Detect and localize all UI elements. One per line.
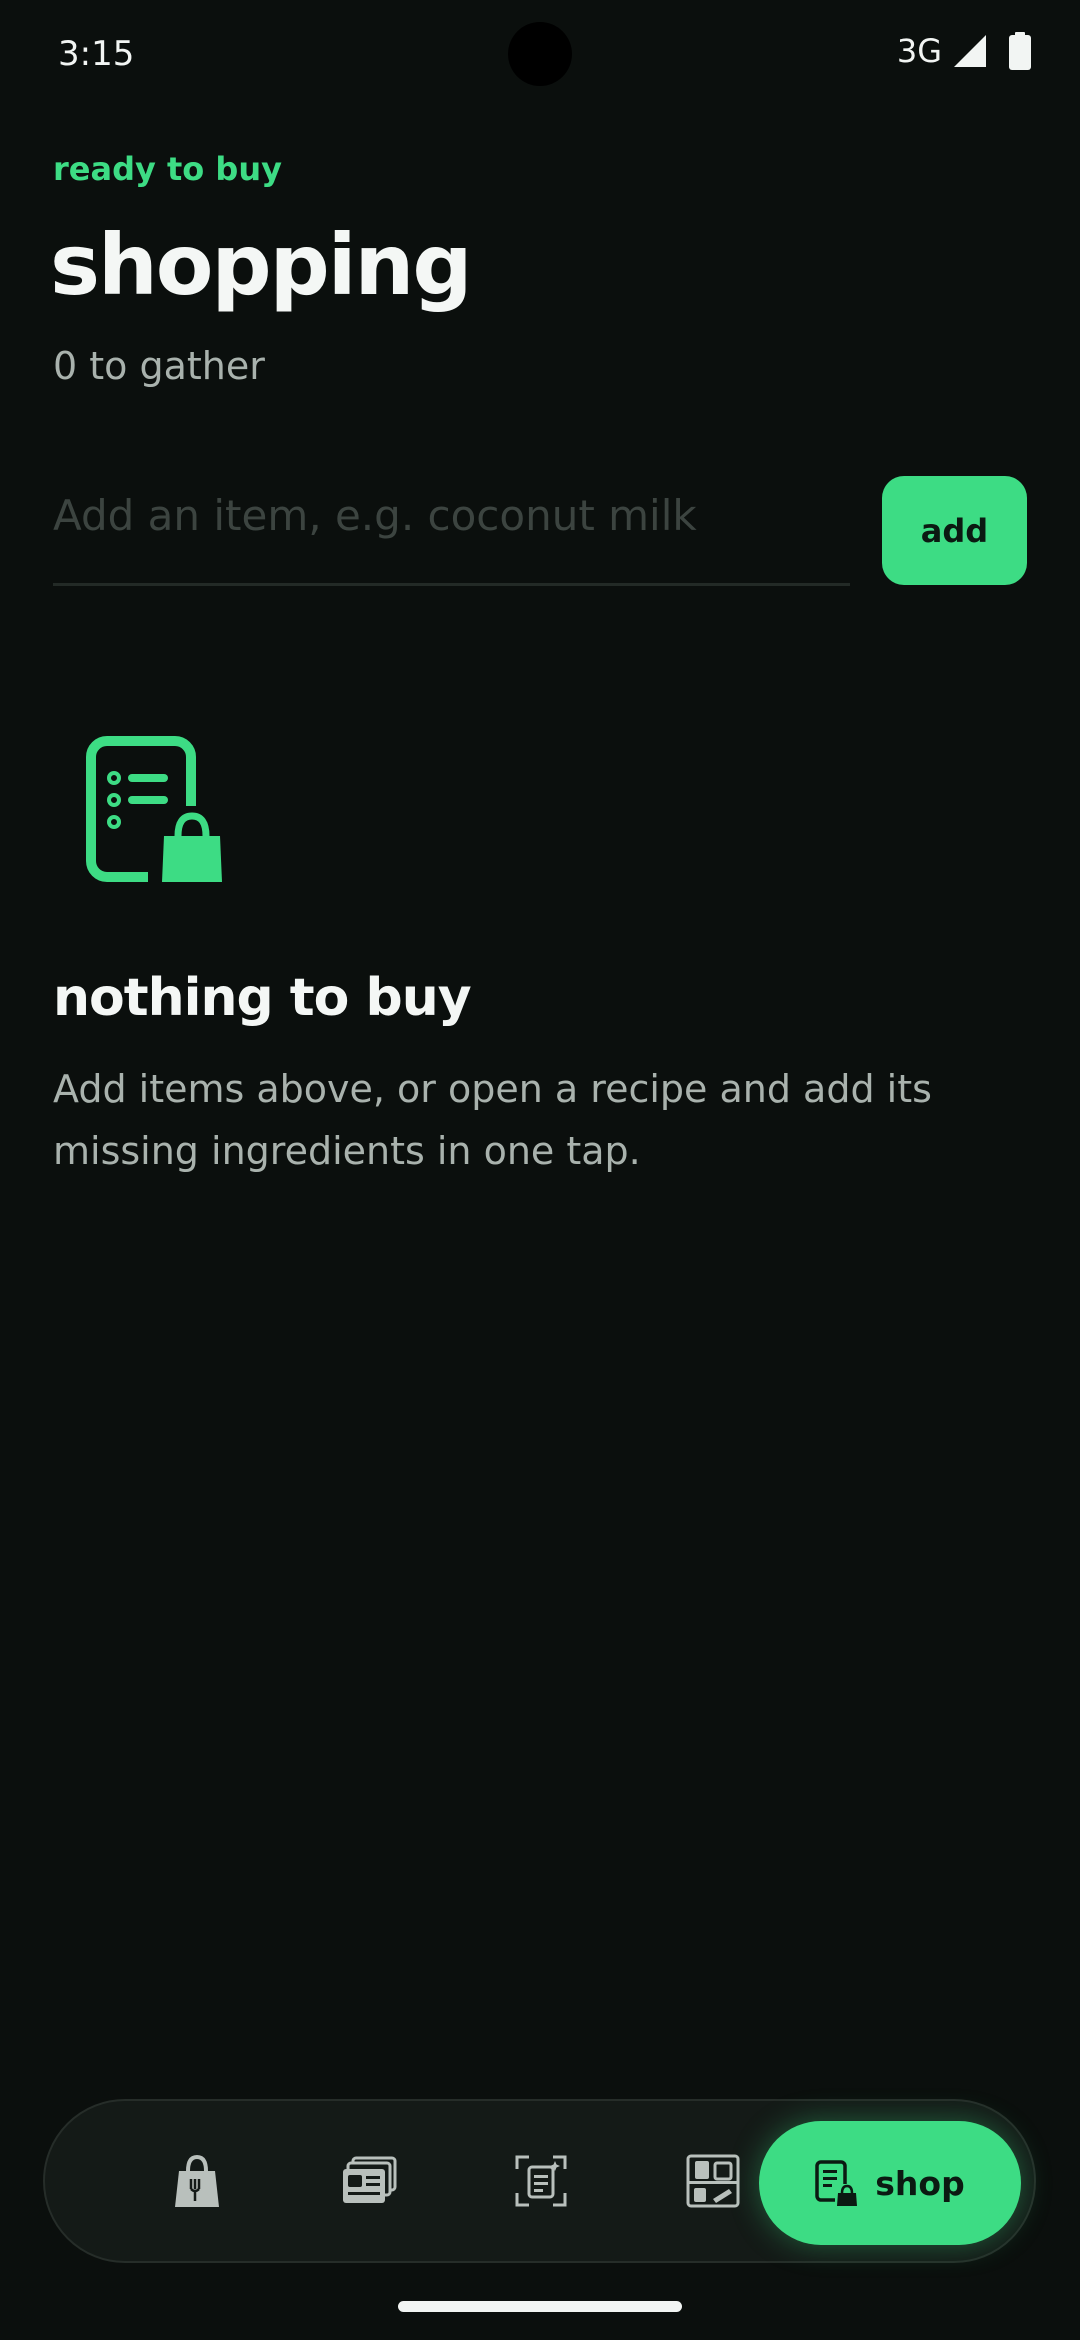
nav-fridge-plan[interactable] — [651, 2101, 775, 2261]
fridge-plan-icon — [686, 2154, 740, 2208]
page-title: shopping — [50, 216, 472, 314]
nav-pantry[interactable] — [135, 2101, 259, 2261]
signal-icon — [954, 35, 986, 67]
shopping-list-bag-icon — [815, 2160, 858, 2206]
nav-recipes[interactable] — [307, 2101, 431, 2261]
bottom-nav: shop — [43, 2099, 1036, 2263]
nav-shop-label: shop — [875, 2163, 965, 2203]
recipes-cards-icon — [343, 2156, 397, 2203]
items-count: 0 to gather — [53, 344, 265, 388]
home-indicator[interactable] — [398, 2301, 682, 2312]
add-item-input[interactable] — [53, 470, 850, 586]
shopping-list-bag-icon — [86, 736, 222, 886]
battery-icon — [1009, 32, 1031, 70]
network-type: 3G — [896, 32, 942, 70]
nav-shop[interactable]: shop — [759, 2121, 1021, 2245]
empty-state-body: Add items above, or open a recipe and ad… — [53, 1067, 932, 1173]
add-button[interactable]: add — [882, 476, 1027, 585]
section-eyebrow: ready to buy — [53, 150, 282, 188]
status-bar: 3:15 3G — [0, 0, 1080, 110]
nav-scan[interactable] — [479, 2101, 603, 2261]
camera-cutout — [508, 22, 572, 86]
status-indicators: 3G — [897, 32, 1032, 70]
pantry-bag-icon — [175, 2154, 219, 2207]
status-time: 3:15 — [58, 34, 135, 74]
empty-state-title: nothing to buy — [53, 968, 472, 1028]
scan-icon — [515, 2155, 567, 2207]
